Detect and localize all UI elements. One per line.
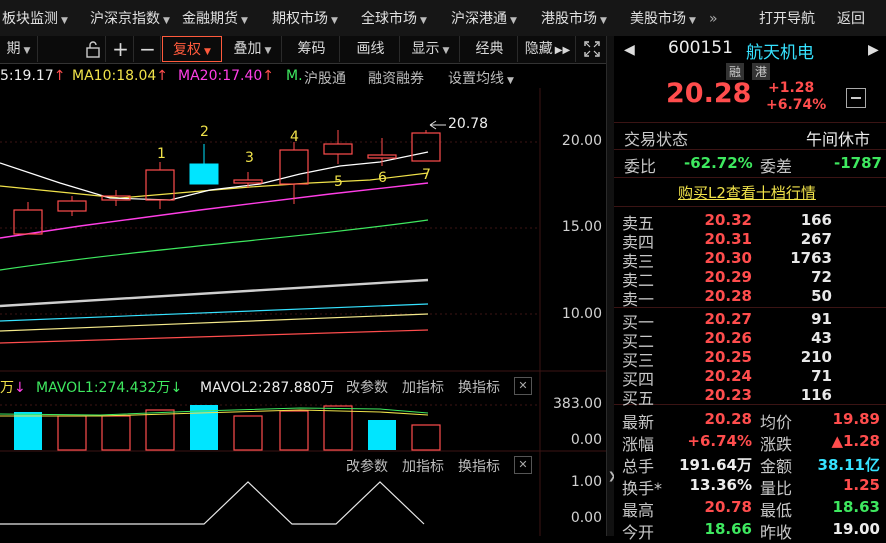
vol-prefix: 万↓: [0, 380, 26, 396]
candle-number: 1: [157, 146, 166, 162]
prev-stock-icon[interactable]: ◀: [624, 42, 635, 58]
nav-more-icon[interactable]: »: [709, 0, 718, 36]
ma-more-value: M.: [286, 68, 303, 84]
set-ma-button[interactable]: 设置均线 ▼: [448, 68, 514, 88]
ind-axis-label: 0.00: [570, 510, 602, 526]
weibi-value: -62.72%: [684, 154, 753, 172]
hsgt-button[interactable]: 沪股通: [304, 68, 346, 88]
zoom-out-button[interactable]: −: [135, 36, 161, 62]
vol-close-icon[interactable]: ✕: [514, 377, 532, 395]
stock-code: 600151: [668, 38, 733, 58]
ma10-value: MA10:18.04↑: [72, 68, 169, 84]
overlay-select[interactable]: 叠加 ▼: [224, 36, 282, 62]
price-axis-label: 10.00: [561, 306, 602, 322]
mavol1-value: MAVOL1:274.432万↓: [36, 380, 183, 396]
nav-index[interactable]: 沪深京指数 ▼: [90, 0, 170, 36]
display-select[interactable]: 显示 ▼: [402, 36, 460, 62]
top-nav-bar: 板块监测 ▼ 沪深京指数 ▼ 金融期货 ▼ 期权市场 ▼ 全球市场 ▼ 沪深港通 ▼ 港股市…: [0, 0, 886, 37]
margin-trading-button[interactable]: 融资融券: [368, 68, 424, 88]
weicha-label: 委差: [760, 157, 793, 176]
nav-hk-connect[interactable]: 沪深港通 ▼: [451, 0, 517, 36]
price-axis-label: 15.00: [561, 219, 602, 235]
ma120-line: [0, 303, 429, 322]
trade-status: 午间休市: [806, 130, 871, 149]
candle-number: 3: [245, 150, 254, 166]
ma5-value: 5:19.17↑: [0, 68, 66, 84]
buy-l2-link[interactable]: 购买L2查看十档行情: [678, 182, 816, 203]
ind-switch-indicator-button[interactable]: 换指标: [458, 456, 500, 476]
nav-options-market[interactable]: 期权市场 ▼: [272, 0, 338, 36]
vol-change-param-button[interactable]: 改参数: [346, 377, 388, 397]
candle-number: 7: [422, 167, 431, 183]
ma60-line: [0, 278, 429, 308]
trade-status-label: 交易状态: [624, 130, 689, 149]
last-price: 20.28: [666, 78, 752, 109]
ma20-value: MA20:17.40↑: [178, 68, 275, 84]
ind-add-indicator-button[interactable]: 加指标: [402, 456, 444, 476]
indicator-line: [0, 481, 425, 525]
tag-hk: 港: [752, 63, 771, 80]
lock-icon[interactable]: [80, 36, 106, 62]
weibi-label: 委比: [624, 157, 657, 176]
high-marker: 20.78: [448, 116, 489, 132]
ma-legend: 5:19.17↑ MA10:18.04↑ MA20:17.40↑ M. 沪股通 …: [0, 66, 606, 88]
ind-axis-label: 1.00: [570, 474, 602, 490]
classic-button[interactable]: 经典: [462, 36, 518, 62]
chart-toolbar: 期 ▼ + − 复权 ▼ 叠加 ▼ 筹码 画线 显示 ▼ 经典 隐藏 ▶▶: [0, 36, 606, 64]
stock-name: 航天机电: [746, 43, 814, 63]
next-stock-icon[interactable]: ▶: [868, 42, 879, 58]
quote-panel: ◀ ▶ 600151 航天机电 融 港 20.28 +1.28 +6.74% 交…: [614, 36, 886, 536]
restore-rights-select[interactable]: 复权 ▼: [162, 36, 222, 62]
vol-axis-label: 383.00: [553, 396, 602, 412]
collapse-icon[interactable]: [846, 88, 866, 108]
kline-chart[interactable]: 20.00 15.00 10.00 20.78 1 2 3 4 5 6 7 万↓…: [0, 88, 606, 536]
price-axis-label: 20.00: [561, 133, 602, 149]
zoom-in-button[interactable]: +: [108, 36, 134, 62]
candle-number: 5: [334, 174, 343, 190]
chips-button[interactable]: 筹码: [284, 36, 340, 62]
vol-switch-indicator-button[interactable]: 换指标: [458, 377, 500, 397]
candle-number: 4: [290, 129, 299, 145]
nav-sector-monitor[interactable]: 板块监测 ▼: [2, 0, 68, 36]
weicha-value: -1787: [834, 154, 882, 172]
ind-close-icon[interactable]: ✕: [514, 456, 532, 474]
draw-line-button[interactable]: 画线: [342, 36, 400, 62]
hide-button[interactable]: 隐藏 ▶▶: [520, 36, 576, 62]
ma250-line: [0, 329, 429, 344]
price-change: +1.28: [768, 80, 815, 96]
candle-number: 6: [378, 170, 387, 186]
period-select[interactable]: 期 ▼: [0, 36, 38, 62]
nav-hk-stocks[interactable]: 港股市场 ▼: [541, 0, 607, 36]
back-button[interactable]: 返回: [837, 0, 865, 36]
nav-global-market[interactable]: 全球市场 ▼: [361, 0, 427, 36]
mavol2-value: MAVOL2:287.880万: [200, 380, 335, 396]
candles: [13, 130, 441, 235]
vol-add-indicator-button[interactable]: 加指标: [402, 377, 444, 397]
ma30-line: [0, 219, 429, 271]
nav-us-stocks[interactable]: 美股市场 ▼: [630, 0, 696, 36]
candle-number: 2: [200, 124, 209, 140]
fullscreen-icon[interactable]: [578, 36, 606, 62]
ind-change-param-button[interactable]: 改参数: [346, 456, 388, 476]
ma200-line: [0, 313, 429, 332]
open-nav-button[interactable]: 打开导航: [759, 0, 815, 36]
price-change-pct: +6.74%: [766, 97, 827, 113]
nav-financial-futures[interactable]: 金融期货 ▼: [182, 0, 248, 36]
vol-axis-label: 0.00: [570, 432, 602, 448]
